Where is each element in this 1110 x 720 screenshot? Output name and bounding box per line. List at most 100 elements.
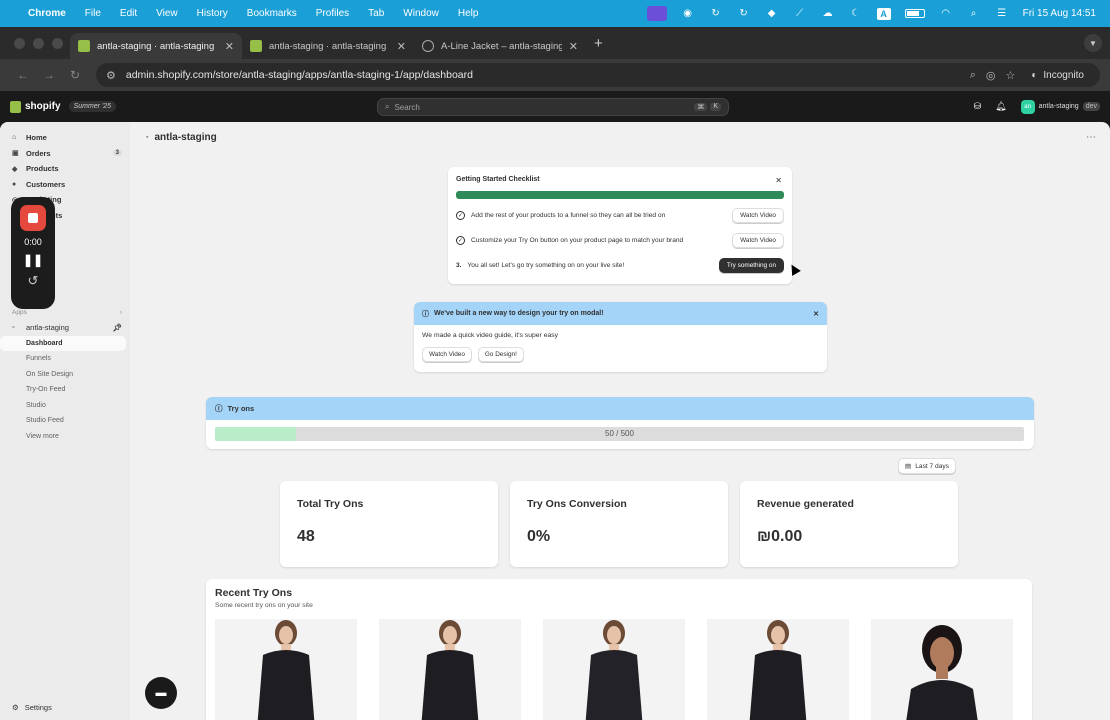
try-on-thumbnail[interactable]	[707, 619, 849, 720]
checklist-step: 3. You all set! Let's go try something o…	[456, 253, 784, 278]
menu-window[interactable]: Window	[403, 8, 439, 19]
reload-button[interactable]: ↻	[62, 68, 88, 82]
watch-video-button[interactable]: Watch Video	[422, 347, 472, 362]
tab-search-button[interactable]: ▼	[1084, 34, 1102, 52]
restart-icon[interactable]: ↺	[28, 273, 39, 289]
sidebar-item-try-on-feed[interactable]: Try-On Feed	[0, 382, 130, 398]
sidebar-item-on-site-design[interactable]: On Site Design	[0, 367, 130, 383]
browser-toolbar: ← → ↻ ⚙ admin.shopify.com/store/antla-st…	[0, 59, 1110, 91]
menu-history[interactable]: History	[197, 8, 228, 19]
sidebar-item-settings[interactable]: ⚙ Settings	[12, 703, 52, 712]
new-tab-button[interactable]: +	[594, 35, 603, 52]
close-icon[interactable]: ✕	[225, 40, 234, 53]
close-icon[interactable]: ✕	[775, 176, 782, 185]
menubar-clock[interactable]: Fri 15 Aug 14:51	[1023, 8, 1096, 19]
pause-icon[interactable]: ❚❚	[23, 253, 43, 267]
sidebar-app-antla[interactable]: ▫ antla-staging 📌︎	[0, 320, 130, 336]
menu-file[interactable]: File	[85, 8, 101, 19]
page-title-text: antla-staging	[154, 132, 217, 143]
sidebar-item-label: Orders	[26, 148, 51, 158]
sidebar-item-view-more[interactable]: View more	[0, 429, 130, 445]
try-on-thumbnail[interactable]	[379, 619, 521, 720]
browser-tab[interactable]: A-Line Jacket – antla-staging ✕	[414, 33, 586, 59]
address-bar[interactable]: ⚙ admin.shopify.com/store/antla-staging/…	[96, 63, 1100, 87]
status-icon[interactable]: ◉	[681, 8, 695, 20]
search-icon: ⌕	[385, 102, 390, 111]
try-on-thumbnail[interactable]	[215, 619, 357, 720]
store-switcher[interactable]: an antla-staging dev	[1020, 99, 1100, 114]
more-actions-icon[interactable]: ⋯	[1086, 132, 1096, 143]
watch-video-button[interactable]: Watch Video	[732, 233, 784, 248]
zoom-icon[interactable]: ⌕	[970, 69, 976, 82]
try-on-thumbnail[interactable]	[543, 619, 685, 720]
menu-edit[interactable]: Edit	[120, 8, 137, 19]
jacket-model-image	[749, 620, 807, 720]
zoom-window-button[interactable]	[52, 38, 63, 49]
input-source-icon[interactable]: A	[876, 7, 891, 20]
window-controls	[14, 38, 63, 49]
shopify-icon	[78, 40, 90, 52]
sidebar-item-products[interactable]: ◆ Products	[0, 161, 130, 177]
cloud-icon[interactable]: ☁	[821, 8, 835, 20]
incognito-label: Incognito	[1043, 69, 1084, 81]
bookmark-star-icon[interactable]: ☆	[1005, 69, 1015, 82]
banner-text: We made a quick video guide, it's super …	[422, 332, 559, 339]
stat-label: Total Try Ons	[297, 498, 364, 510]
forward-button[interactable]: →	[36, 68, 62, 82]
site-settings-icon[interactable]: ⚙	[106, 69, 116, 82]
sidebar-item-studio[interactable]: Studio	[0, 398, 130, 414]
close-icon[interactable]: ✕	[397, 40, 406, 53]
screen-record-icon[interactable]	[646, 6, 667, 21]
stat-label: Try Ons Conversion	[527, 498, 627, 510]
feather-icon[interactable]: ⟋	[793, 8, 807, 20]
recent-try-ons-card: Recent Try Ons Some recent try ons on yo…	[206, 579, 1032, 720]
pin-icon[interactable]: 📌︎	[112, 323, 122, 332]
close-icon[interactable]: ✕	[813, 310, 819, 318]
drop-icon[interactable]: ◆	[765, 8, 779, 20]
sidekick-icon[interactable]: ⛁	[974, 101, 982, 112]
url-text[interactable]: admin.shopify.com/store/antla-staging/ap…	[126, 69, 960, 81]
menu-help[interactable]: Help	[458, 8, 479, 19]
close-icon[interactable]: ✕	[569, 40, 578, 53]
sidebar-item-studio-feed[interactable]: Studio Feed	[0, 413, 130, 429]
sidebar-item-customers[interactable]: ● Customers	[0, 177, 130, 193]
stop-recording-button[interactable]	[20, 205, 46, 231]
try-ons-usage-card: ⓘ Try ons 50 / 500	[206, 397, 1034, 449]
sidebar-item-dashboard[interactable]: Dashboard	[0, 335, 126, 351]
menu-view[interactable]: View	[156, 8, 178, 19]
battery-icon[interactable]	[904, 9, 925, 18]
sync-icon[interactable]: ↻	[737, 8, 751, 20]
watch-video-button[interactable]: Watch Video	[732, 208, 784, 223]
sidebar-item-funnels[interactable]: Funnels	[0, 351, 130, 367]
search-icon[interactable]: ⌕	[967, 8, 981, 20]
admin-search[interactable]: ⌕ Search ⌘ K	[377, 98, 729, 116]
sidebar-item-home[interactable]: ⌂ Home	[0, 130, 130, 146]
menu-app-chrome[interactable]: Chrome	[28, 8, 66, 19]
menu-bookmarks[interactable]: Bookmarks	[247, 8, 297, 19]
browser-tab[interactable]: antla-staging · antla-staging ✕	[242, 33, 414, 59]
step-text: Customize your Try On button on your pro…	[471, 237, 684, 244]
go-design-button[interactable]: Go Design!	[477, 347, 524, 362]
close-window-button[interactable]	[14, 38, 25, 49]
eye-off-icon[interactable]: ◎	[986, 69, 996, 82]
control-center-icon[interactable]: ☰	[995, 8, 1009, 20]
back-button[interactable]: ←	[10, 68, 36, 82]
wifi-icon[interactable]: ◠	[939, 8, 953, 20]
minimize-window-button[interactable]	[33, 38, 44, 49]
bell-icon[interactable]: 🔔︎	[995, 101, 1006, 112]
shopify-logo[interactable]: shopify	[10, 100, 61, 113]
edition-badge[interactable]: Summer '25	[68, 101, 117, 112]
moon-icon[interactable]: ☾	[849, 8, 863, 20]
try-on-thumbnail[interactable]	[871, 619, 1013, 720]
menu-profiles[interactable]: Profiles	[316, 8, 349, 19]
incognito-indicator[interactable]: ◐ Incognito	[1025, 70, 1090, 81]
banner-actions: Watch Video Go Design!	[422, 347, 819, 362]
date-range-button[interactable]: ▤ Last 7 days	[898, 458, 956, 474]
browser-tab[interactable]: antla-staging · antla-staging ✕	[70, 33, 242, 59]
chat-icon[interactable]: ▬	[145, 677, 177, 709]
sync-icon[interactable]: ↻	[709, 8, 723, 20]
admin-frame: ⌂Home ▣Orders3 ◆Products ●Customers ◎Mar…	[0, 122, 1110, 720]
sidebar-item-orders[interactable]: ▣ Orders 3	[0, 146, 130, 162]
menu-tab[interactable]: Tab	[368, 8, 384, 19]
try-something-on-button[interactable]: Try something on	[718, 258, 784, 273]
